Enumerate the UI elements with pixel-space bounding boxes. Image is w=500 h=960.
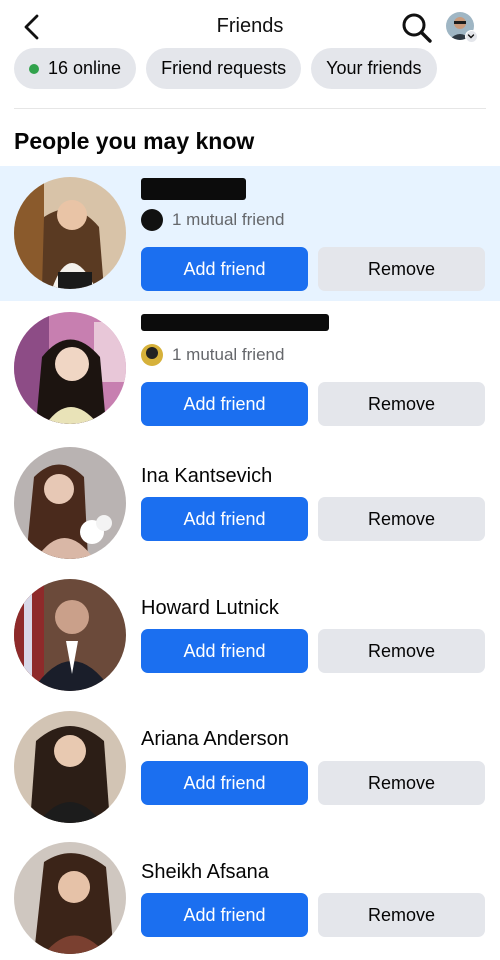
mutual-friend-avatar bbox=[141, 209, 163, 231]
chip-label: Your friends bbox=[326, 58, 422, 78]
avatar[interactable] bbox=[14, 579, 126, 691]
person-name[interactable]: Sheikh Afsana bbox=[141, 861, 269, 884]
divider bbox=[14, 108, 486, 109]
suggestion-row: Ina Kantsevich Add friend Remove bbox=[0, 436, 500, 566]
add-friend-button[interactable]: Add friend bbox=[141, 497, 308, 541]
suggestion-row: Ariana Anderson Add friend Remove bbox=[0, 698, 500, 830]
remove-button[interactable]: Remove bbox=[318, 247, 485, 291]
person-name[interactable]: Ariana Anderson bbox=[141, 728, 289, 751]
remove-button[interactable]: Remove bbox=[318, 629, 485, 673]
suggestion-row: 1 mutual friend Add friend Remove bbox=[0, 301, 500, 436]
remove-button[interactable]: Remove bbox=[318, 761, 485, 805]
add-friend-button[interactable]: Add friend bbox=[141, 629, 308, 673]
name-redacted bbox=[141, 178, 246, 200]
search-icon bbox=[402, 13, 432, 43]
remove-button[interactable]: Remove bbox=[318, 497, 485, 541]
filter-chips: 16 online Friend requests Your friends bbox=[14, 48, 437, 89]
add-friend-button[interactable]: Add friend bbox=[141, 761, 308, 805]
section-title: People you may know bbox=[14, 128, 255, 154]
search-button[interactable] bbox=[400, 11, 434, 45]
avatar[interactable] bbox=[14, 447, 126, 559]
top-bar: Friends bbox=[0, 0, 500, 50]
name-redacted bbox=[141, 314, 329, 331]
mutual-friend-avatar bbox=[141, 344, 163, 366]
mutual-friends: 1 mutual friend bbox=[141, 344, 284, 366]
person-name[interactable]: Howard Lutnick bbox=[141, 597, 279, 620]
chip-label: Friend requests bbox=[161, 58, 287, 78]
chevron-down-icon bbox=[467, 34, 475, 39]
suggestion-row: Howard Lutnick Add friend Remove bbox=[0, 566, 500, 698]
add-friend-button[interactable]: Add friend bbox=[141, 893, 308, 937]
profile-menu-button[interactable] bbox=[446, 12, 478, 43]
chip-your-friends[interactable]: Your friends bbox=[311, 48, 437, 89]
avatar[interactable] bbox=[14, 711, 126, 823]
person-name[interactable]: Ina Kantsevich bbox=[141, 465, 272, 488]
chip-online[interactable]: 16 online bbox=[14, 48, 137, 89]
suggestion-row: Sheikh Afsana Add friend Remove bbox=[0, 830, 500, 960]
avatar[interactable] bbox=[14, 312, 126, 424]
avatar[interactable] bbox=[14, 177, 126, 289]
add-friend-button[interactable]: Add friend bbox=[141, 382, 308, 426]
avatar[interactable] bbox=[14, 842, 126, 954]
chip-friend-requests[interactable]: Friend requests bbox=[146, 48, 302, 89]
mutual-friends: 1 mutual friend bbox=[141, 209, 284, 231]
add-friend-button[interactable]: Add friend bbox=[141, 247, 308, 291]
suggestion-row: 1 mutual friend Add friend Remove bbox=[0, 166, 500, 301]
remove-button[interactable]: Remove bbox=[318, 382, 485, 426]
online-status-dot bbox=[29, 63, 39, 74]
mutual-label: 1 mutual friend bbox=[172, 345, 285, 364]
chip-label: 16 online bbox=[48, 58, 122, 78]
profile-caret bbox=[465, 30, 478, 43]
mutual-label: 1 mutual friend bbox=[172, 210, 285, 229]
remove-button[interactable]: Remove bbox=[318, 893, 485, 937]
